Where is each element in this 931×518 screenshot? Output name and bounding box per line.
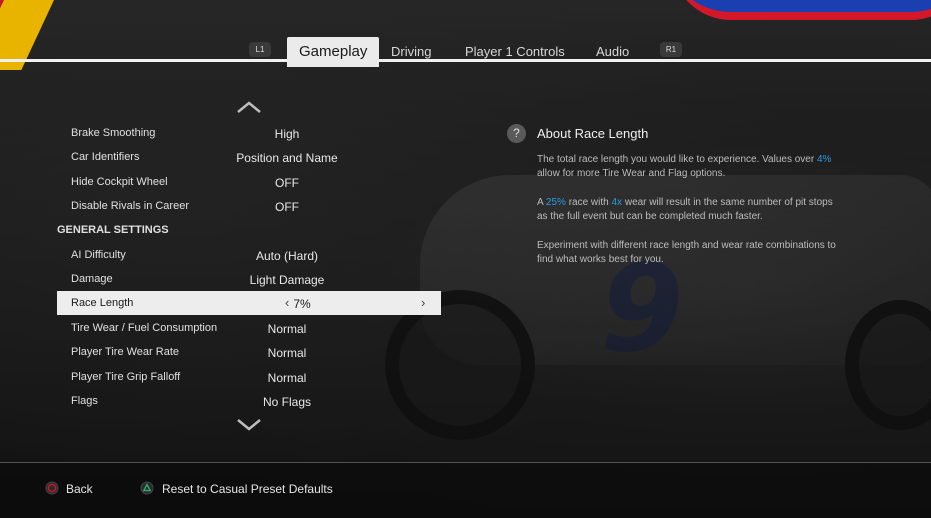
tab-gameplay[interactable]: Gameplay xyxy=(287,37,380,67)
setting-label: Hide Cockpit Wheel xyxy=(71,176,168,188)
section-label: GENERAL SETTINGS xyxy=(57,224,169,236)
setting-value: Position and Name xyxy=(236,151,338,165)
question-mark-icon: ? xyxy=(507,124,526,143)
setting-value: Light Damage xyxy=(249,273,325,287)
setting-label: AI Difficulty xyxy=(71,249,126,261)
setting-brake-smoothing[interactable]: Brake Smoothing High xyxy=(57,121,441,145)
setting-value: OFF xyxy=(275,176,299,190)
scroll-down-chevron-icon[interactable] xyxy=(236,418,262,432)
setting-label: Brake Smoothing xyxy=(71,127,156,139)
info-paragraph-3: Experiment with different race length an… xyxy=(537,240,836,265)
setting-value: No Flags xyxy=(262,395,312,409)
setting-label: Disable Rivals in Career xyxy=(71,200,189,212)
info-highlight: 4x xyxy=(611,197,623,208)
info-text: A xyxy=(537,197,546,208)
setting-label: Car Identifiers xyxy=(71,151,140,163)
info-text: race with xyxy=(565,197,612,208)
setting-damage[interactable]: Damage Light Damage xyxy=(57,267,441,291)
back-button[interactable]: Back xyxy=(66,482,93,496)
setting-value: OFF xyxy=(275,200,299,214)
setting-label: Player Tire Grip Falloff xyxy=(71,371,181,383)
setting-value: Normal xyxy=(267,346,307,360)
triangle-button-icon xyxy=(140,481,154,495)
setting-label: Damage xyxy=(71,273,113,285)
tab-audio[interactable]: Audio xyxy=(596,44,629,59)
tab-player-1-controls[interactable]: Player 1 Controls xyxy=(465,44,565,59)
setting-label: Tire Wear / Fuel Consumption xyxy=(71,322,218,334)
setting-race-length[interactable]: Race Length ‹ 7% › xyxy=(57,291,441,315)
section-header-general-settings: GENERAL SETTINGS xyxy=(57,218,441,242)
setting-value: High xyxy=(274,127,300,141)
tab-underline xyxy=(0,59,931,62)
setting-hide-cockpit-wheel[interactable]: Hide Cockpit Wheel OFF xyxy=(57,170,441,194)
setting-value: Normal xyxy=(267,371,307,385)
increase-arrow-icon[interactable]: › xyxy=(421,295,425,310)
setting-value: Auto (Hard) xyxy=(255,249,319,263)
info-highlight: 4% xyxy=(816,154,832,165)
info-title: About Race Length xyxy=(537,126,649,141)
r1-button-icon[interactable]: R1 xyxy=(660,42,682,57)
info-text: allow for more Tire Wear and Flag option… xyxy=(537,168,726,179)
setting-player-tire-grip-falloff[interactable]: Player Tire Grip Falloff Normal xyxy=(57,365,441,389)
setting-label: Flags xyxy=(71,395,98,407)
setting-value: 7% xyxy=(293,297,311,311)
circle-button-icon xyxy=(45,481,59,495)
setting-disable-rivals[interactable]: Disable Rivals in Career OFF xyxy=(57,194,441,218)
setting-label: Race Length xyxy=(71,297,134,309)
setting-ai-difficulty[interactable]: AI Difficulty Auto (Hard) xyxy=(57,243,441,267)
tab-driving[interactable]: Driving xyxy=(391,44,431,59)
info-paragraph-2: A 25% race with 4x wear will result in t… xyxy=(537,196,837,224)
reset-defaults-button[interactable]: Reset to Casual Preset Defaults xyxy=(162,482,333,496)
setting-car-identifiers[interactable]: Car Identifiers Position and Name xyxy=(57,145,441,169)
info-paragraph-1: The total race length you would like to … xyxy=(537,153,837,181)
setting-label: Player Tire Wear Rate xyxy=(71,346,180,358)
setting-tire-wear-fuel[interactable]: Tire Wear / Fuel Consumption Normal xyxy=(57,316,441,340)
info-text: The total race length you would like to … xyxy=(537,154,817,165)
scroll-up-chevron-icon[interactable] xyxy=(236,100,262,114)
setting-flags[interactable]: Flags No Flags xyxy=(57,389,441,413)
setting-player-tire-wear-rate[interactable]: Player Tire Wear Rate Normal xyxy=(57,340,441,364)
info-highlight: 25% xyxy=(545,197,566,208)
setting-value: Normal xyxy=(267,322,307,336)
l1-button-icon[interactable]: L1 xyxy=(249,42,271,57)
